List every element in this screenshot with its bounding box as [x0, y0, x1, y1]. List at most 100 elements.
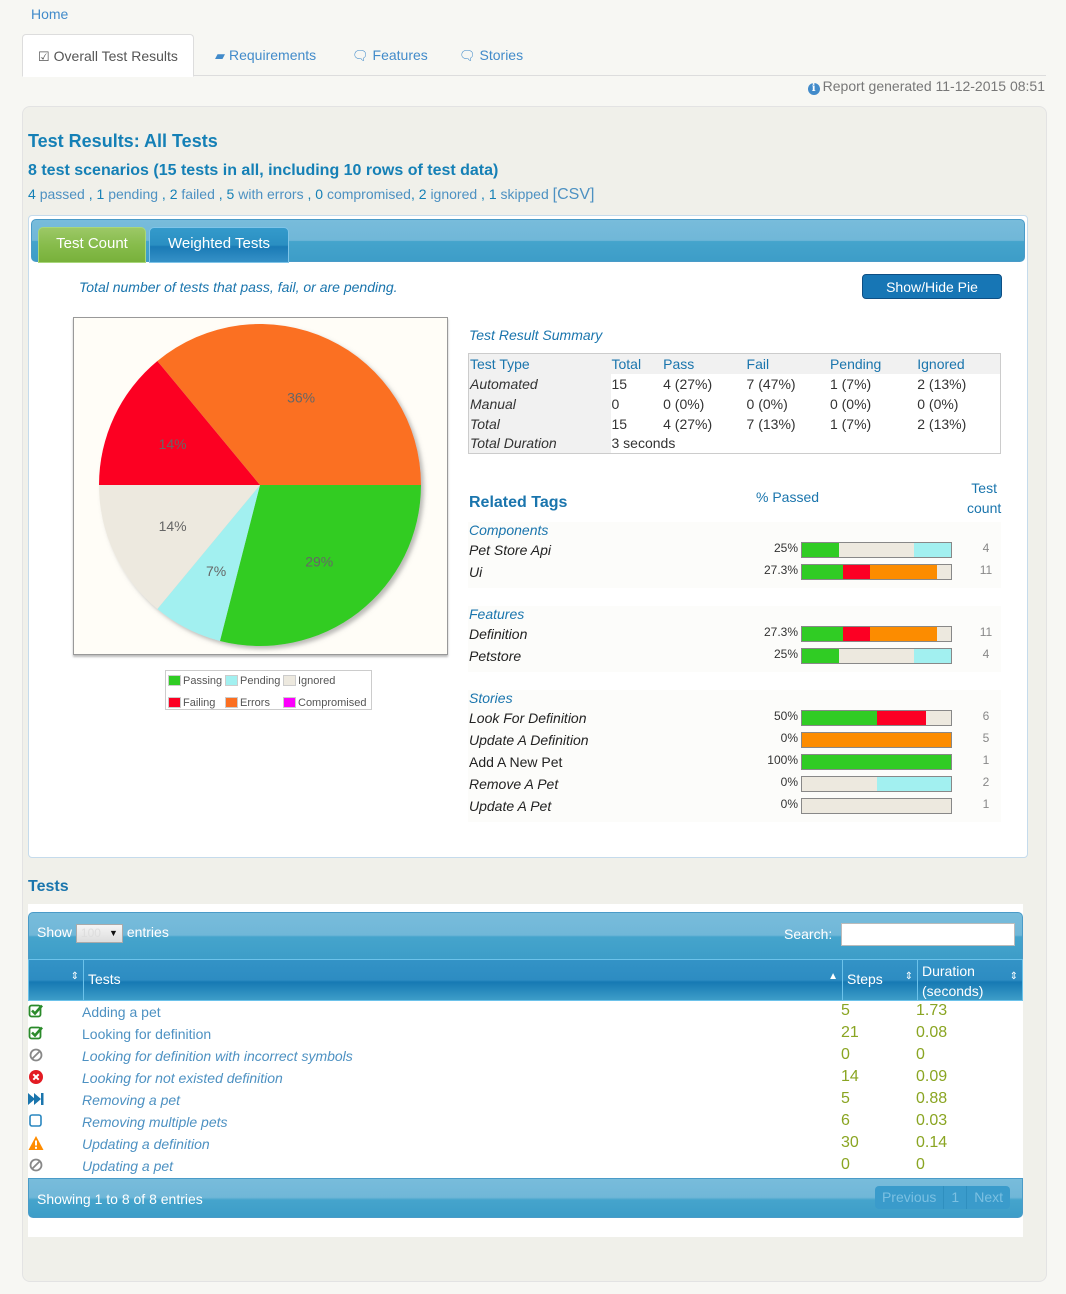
count-link-with-errors[interactable]: with errors — [238, 186, 303, 202]
summary-cell: Manual — [468, 393, 611, 414]
test-steps: 5 — [841, 1002, 850, 1019]
column-label: Steps — [847, 971, 883, 987]
summary-duration-row: Total Duration 3 seconds — [468, 433, 1001, 454]
test-count-header: Test count — [967, 478, 1001, 518]
summary-header: Fail — [745, 353, 829, 374]
summary-row: Total 15 4 (27%) 7 (13%) 1 (7%) 2 (13%) — [468, 413, 1001, 434]
tab-stories[interactable]: 🗨 Stories — [444, 34, 538, 76]
table-footer: Showing 1 to 8 of 8 entries Previous 1 N… — [28, 1178, 1023, 1218]
chart-subtitle: Total number of tests that pass, fail, o… — [79, 279, 398, 295]
tag-test-count: 11 — [979, 563, 993, 577]
page-1-button[interactable]: 1 — [944, 1186, 968, 1209]
test-link[interactable]: Looking for not existed definition — [82, 1070, 283, 1086]
count-link-passed[interactable]: passed — [40, 186, 85, 202]
count-link-failed[interactable]: failed — [181, 186, 214, 202]
tab-features[interactable]: 🗨 Features — [337, 34, 443, 76]
column-header-duration[interactable]: Duration (seconds) ⇕ — [918, 960, 1022, 1000]
tag-percent-passed: 50% — [773, 709, 798, 723]
summary-title: Test Result Summary — [469, 327, 603, 343]
breadcrumb-home[interactable]: Home — [31, 6, 68, 22]
test-duration: 1.73 — [916, 1002, 948, 1019]
summary-cell: 4 (27%) — [663, 415, 713, 432]
table-row: Looking for definition 21 0.08 — [28, 1023, 1023, 1045]
tag-row: Look For Definition 50% 6 — [468, 708, 1001, 730]
column-header-steps[interactable]: Steps ⇕ — [843, 960, 918, 1000]
summary-cell: 0 (0%) — [917, 395, 959, 412]
next-page-button[interactable]: Next — [967, 1186, 1010, 1209]
test-link[interactable]: Updating a pet — [82, 1158, 173, 1174]
legend-item-passing: Passing — [168, 674, 222, 688]
count-link-pending[interactable]: pending — [108, 186, 158, 202]
column-header-status[interactable]: ⇕ — [29, 960, 84, 1000]
tab-overall-test-results[interactable]: ☑ Overall Test Results — [22, 34, 194, 77]
test-link[interactable]: Adding a pet — [82, 1004, 161, 1020]
summary-table: Test Type Total Pass Fail Pending Ignore… — [468, 353, 1001, 454]
tab-requirements[interactable]: ▰ Requirements — [200, 34, 331, 76]
test-link[interactable]: Looking for definition — [82, 1026, 211, 1042]
test-link[interactable]: Removing multiple pets — [82, 1114, 228, 1130]
toggle-pie-chart-button[interactable]: Show/Hide Pie Chart — [862, 274, 1002, 317]
tag-test-count: 2 — [982, 775, 990, 789]
tag-percent-passed: 27.3% — [763, 563, 798, 577]
test-link[interactable]: Updating a definition — [82, 1136, 210, 1152]
tag-result-bar — [801, 732, 952, 748]
tag-link[interactable]: Petstore — [469, 648, 521, 664]
pie-legend: Passing Pending Ignored Failing Errors Compro… — [165, 670, 372, 710]
page-title: Test Results: All Tests — [28, 131, 218, 151]
tab-label: Stories — [479, 47, 524, 63]
tag-link[interactable]: Look For Definition — [469, 710, 587, 726]
test-count-header-line2: count — [967, 500, 1002, 516]
page-length-select[interactable]: 100 ▼ — [75, 924, 123, 943]
test-steps: 21 — [841, 1024, 859, 1041]
bar-segment-passing — [802, 627, 843, 641]
summary-cell: 2 (13%) — [917, 375, 967, 392]
csv-link[interactable]: [CSV] — [553, 186, 595, 203]
previous-page-button[interactable]: Previous — [875, 1186, 945, 1209]
count-link-skipped[interactable]: skipped — [501, 186, 549, 202]
search-input[interactable] — [841, 923, 1015, 946]
test-duration: 0 — [916, 1046, 925, 1063]
count-link-compromised[interactable]: compromised — [327, 186, 411, 202]
tag-link[interactable]: Pet Store Api — [469, 542, 551, 558]
tag-link[interactable]: Definition — [469, 626, 527, 642]
tag-link[interactable]: Update A Pet — [469, 798, 551, 814]
tab-weighted-tests[interactable]: Weighted Tests — [149, 227, 289, 263]
tag-link[interactable]: Add A New Pet — [469, 754, 562, 770]
table-row: Looking for definition with incorrect sy… — [28, 1045, 1023, 1067]
summary-cell: 15 — [611, 375, 628, 392]
tab-test-count[interactable]: Test Count — [38, 227, 146, 263]
tag-percent-passed: 27.3% — [763, 625, 798, 639]
legend-label: Compromised — [298, 697, 367, 709]
test-link[interactable]: Removing a pet — [82, 1092, 180, 1108]
tag-test-count: 1 — [982, 753, 990, 767]
tab-label: Overall Test Results — [53, 48, 178, 64]
legend-swatch — [168, 697, 181, 708]
warning-icon — [28, 1135, 44, 1151]
summary-header-row: Test Type Total Pass Fail Pending Ignore… — [468, 353, 1001, 374]
count-link-ignored[interactable]: ignored — [430, 186, 477, 202]
bar-segment-passing — [802, 755, 951, 769]
tag-test-count: 11 — [979, 625, 993, 639]
bar-segment-failing — [842, 565, 870, 579]
pie-label-ignored: 14% — [159, 518, 187, 534]
search-label: Search: — [784, 926, 833, 942]
tag-link[interactable]: Update A Definition — [469, 732, 589, 748]
test-link[interactable]: Looking for definition with incorrect sy… — [82, 1048, 353, 1064]
tag-result-bar — [801, 798, 952, 814]
tag-link[interactable]: Ui — [469, 564, 482, 580]
column-header-tests[interactable]: Tests ▲ — [84, 960, 843, 1000]
summary-duration-value: 3 seconds — [611, 435, 676, 452]
bar-segment-errors — [802, 733, 951, 747]
tag-row: Remove A Pet 0% 2 — [468, 774, 1001, 796]
legend-swatch — [225, 675, 238, 686]
tag-link[interactable]: Remove A Pet — [469, 776, 558, 792]
summary-cell: 0 (0%) — [663, 395, 705, 412]
summary-duration-label: Total Duration — [468, 433, 611, 454]
summary-cell: 1 (7%) — [829, 415, 872, 432]
summary-cell: 0 (0%) — [746, 395, 788, 412]
summary-cell: 0 (0%) — [829, 395, 872, 412]
page-length-control: Show 100 ▼ entries — [37, 924, 169, 943]
comments-icon: 🗨 — [459, 48, 476, 63]
tag-group-title: Features — [469, 606, 525, 622]
ban-icon — [28, 1047, 44, 1063]
